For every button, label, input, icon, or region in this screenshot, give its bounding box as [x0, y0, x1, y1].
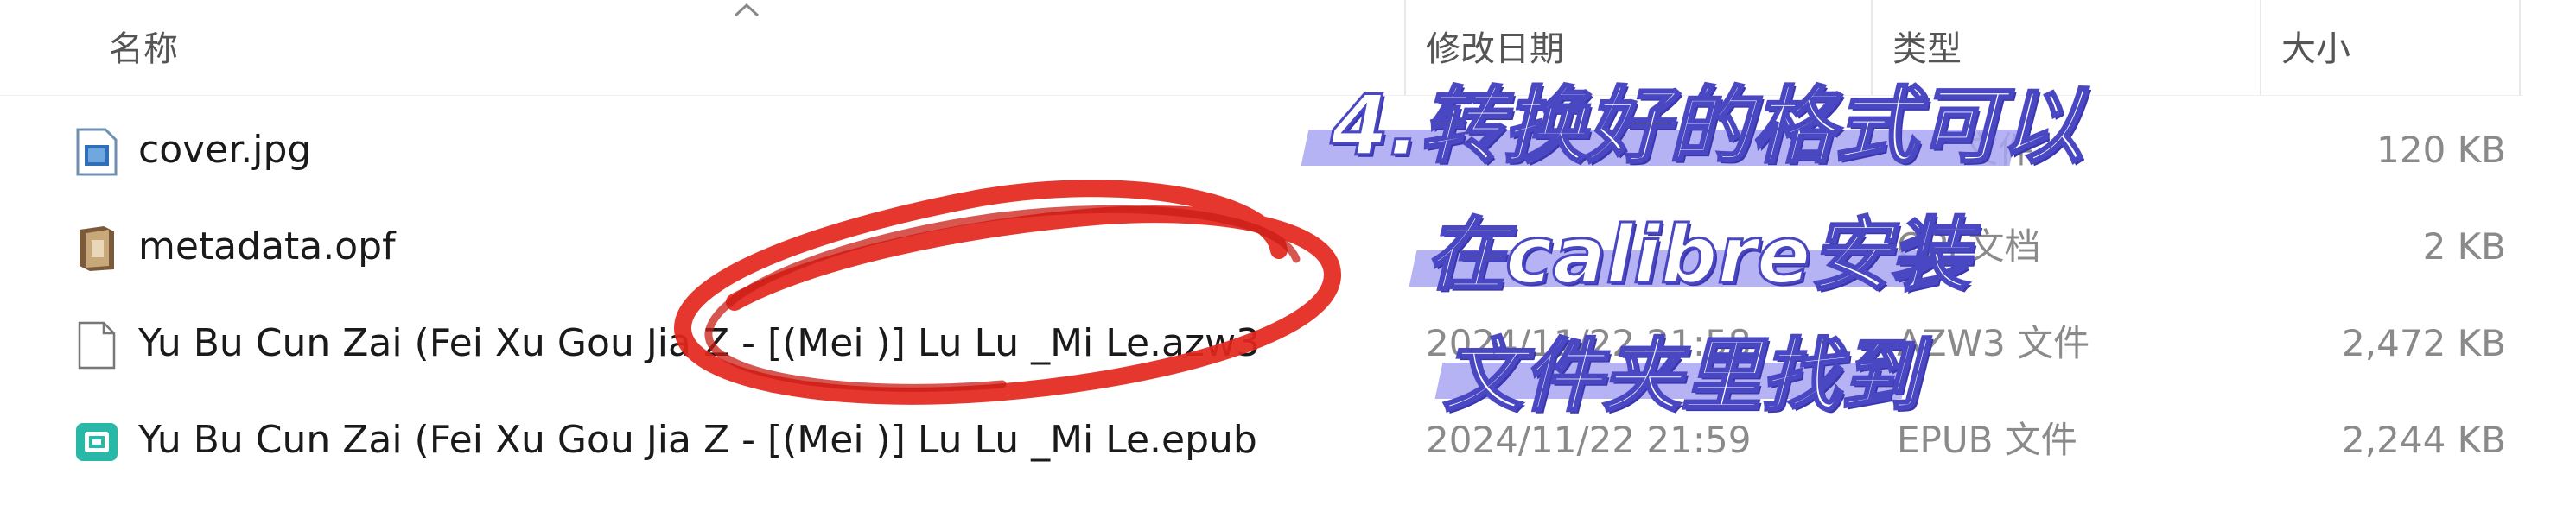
file-row[interactable]: cover.jpg 文件 120 KB [0, 104, 2523, 197]
file-size: 2,244 KB [2342, 419, 2506, 461]
column-header-name[interactable]: 名称 [109, 19, 178, 79]
column-divider[interactable] [1404, 0, 1406, 95]
file-modified: 2024/11/22 21:59 [1426, 419, 1752, 461]
file-name[interactable]: metadata.opf [138, 200, 396, 294]
opf-file-icon [80, 226, 114, 271]
file-name[interactable]: Yu Bu Cun Zai (Fei Xu Gou Jia Z - [(Mei … [138, 297, 1260, 390]
file-row[interactable]: Yu Bu Cun Zai (Fei Xu Gou Jia Z - [(Mei … [0, 297, 2523, 390]
file-explorer-window: 名称 修改日期 类型 大小 cover.jpg 文件 120 KB metada… [0, 0, 2576, 518]
column-header: 名称 修改日期 类型 大小 [0, 0, 2523, 96]
file-name[interactable]: cover.jpg [138, 104, 311, 197]
column-divider[interactable] [2519, 0, 2521, 95]
file-size: 120 KB [2376, 129, 2506, 171]
file-row[interactable]: metadata.opf OPF文档 2 KB [0, 200, 2523, 294]
file-name[interactable]: Yu Bu Cun Zai (Fei Xu Gou Jia Z - [(Mei … [138, 394, 1257, 487]
file-modified: 2024/11/22 21:58 [1426, 322, 1752, 364]
column-divider[interactable] [2260, 0, 2261, 95]
column-header-size[interactable]: 大小 [2281, 19, 2350, 79]
column-divider[interactable] [1871, 0, 1873, 95]
blank-file-icon [78, 321, 116, 370]
column-header-modified[interactable]: 修改日期 [1426, 19, 1564, 79]
file-type: OPF文档 [1897, 225, 2041, 268]
file-type: EPUB 文件 [1897, 419, 2077, 461]
file-size: 2,472 KB [2342, 322, 2506, 364]
file-size: 2 KB [2422, 225, 2506, 268]
file-row[interactable]: Yu Bu Cun Zai (Fei Xu Gou Jia Z - [(Mei … [0, 394, 2523, 487]
epub-file-icon [76, 423, 118, 461]
column-header-type[interactable]: 类型 [1892, 19, 1962, 79]
file-type: 文件 [1962, 129, 2035, 171]
sort-ascending-icon[interactable] [730, 0, 763, 22]
image-file-icon [76, 128, 118, 176]
file-type: AZW3 文件 [1897, 322, 2090, 364]
